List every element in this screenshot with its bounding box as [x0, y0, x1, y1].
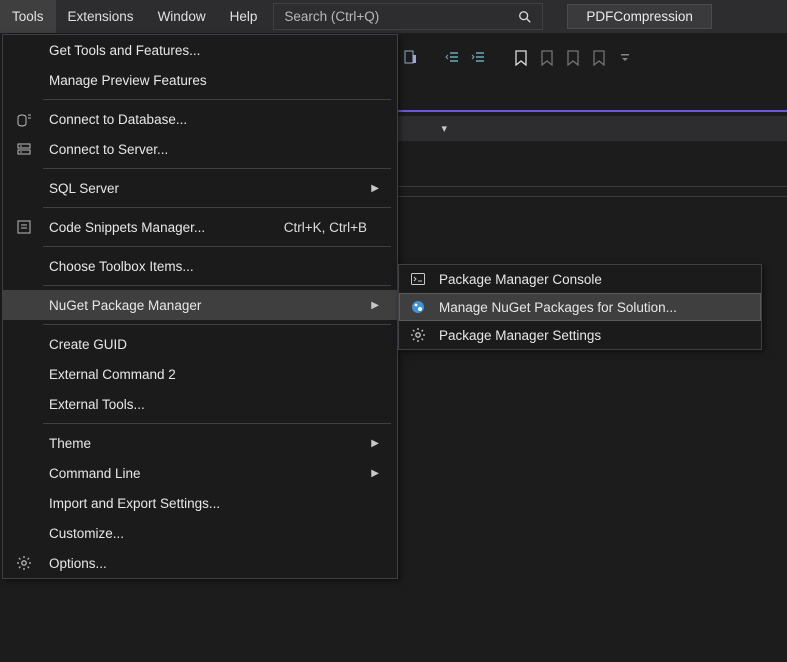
tools-dropdown: Get Tools and Features... Manage Preview…	[2, 34, 398, 579]
menuitem-connect-database[interactable]: Connect to Database...	[3, 104, 397, 134]
menuitem-label: Manage Preview Features	[49, 73, 207, 88]
menuitem-options[interactable]: Options...	[3, 548, 397, 578]
menuitem-choose-toolbox[interactable]: Choose Toolbox Items...	[3, 251, 397, 281]
menuitem-manage-preview[interactable]: Manage Preview Features	[3, 65, 397, 95]
nuget-submenu: Package Manager Console Manage NuGet Pac…	[398, 264, 762, 350]
menuitem-label: SQL Server	[49, 181, 119, 196]
menuitem-label: External Tools...	[49, 397, 145, 412]
menu-window[interactable]: Window	[146, 0, 218, 33]
bookmark-next-button[interactable]	[562, 47, 584, 69]
menuitem-package-manager-console[interactable]: Package Manager Console	[399, 265, 761, 293]
gear-icon	[15, 554, 33, 572]
panel-divider-1	[398, 186, 787, 187]
menuitem-connect-server[interactable]: Connect to Server...	[3, 134, 397, 164]
menuitem-label: Choose Toolbox Items...	[49, 259, 194, 274]
menuitem-label: Customize...	[49, 526, 124, 541]
solution-name-label: PDFCompression	[586, 9, 693, 24]
menuitem-manage-nuget-packages[interactable]: Manage NuGet Packages for Solution...	[399, 293, 761, 321]
menuitem-shortcut: Ctrl+K, Ctrl+B	[284, 220, 387, 235]
menuitem-label: Package Manager Console	[439, 272, 602, 287]
nav-dropdown-arrow[interactable]: ▾	[441, 122, 447, 135]
menuitem-create-guid[interactable]: Create GUID	[3, 329, 397, 359]
menu-help[interactable]: Help	[218, 0, 270, 33]
menu-separator	[43, 285, 391, 286]
menuitem-label: Options...	[49, 556, 107, 571]
menuitem-code-snippets[interactable]: Code Snippets Manager... Ctrl+K, Ctrl+B	[3, 212, 397, 242]
indent-button[interactable]	[468, 47, 490, 69]
outdent-button[interactable]	[442, 47, 464, 69]
menu-tools[interactable]: Tools	[0, 0, 56, 33]
menuitem-label: Theme	[49, 436, 91, 451]
tab-underline	[398, 110, 787, 112]
menu-separator	[43, 168, 391, 169]
menuitem-theme[interactable]: Theme ▶	[3, 428, 397, 458]
nav-strip: ▾	[398, 116, 787, 142]
toolbar-overflow-button[interactable]	[614, 47, 636, 69]
menuitem-command-line[interactable]: Command Line ▶	[3, 458, 397, 488]
bookmark-clear-button[interactable]	[588, 47, 610, 69]
submenu-arrow-icon: ▶	[371, 468, 387, 479]
menuitem-label: Connect to Database...	[49, 112, 187, 127]
submenu-arrow-icon: ▶	[371, 438, 387, 449]
menuitem-sql-server[interactable]: SQL Server ▶	[3, 173, 397, 203]
menuitem-label: Create GUID	[49, 337, 127, 352]
menu-separator	[43, 324, 391, 325]
toolbar	[400, 38, 636, 78]
menuitem-customize[interactable]: Customize...	[3, 518, 397, 548]
bookmark-prev-button[interactable]	[536, 47, 558, 69]
menuitem-import-export-settings[interactable]: Import and Export Settings...	[3, 488, 397, 518]
server-icon	[15, 140, 33, 158]
menuitem-external-tools[interactable]: External Tools...	[3, 389, 397, 419]
menuitem-label: Import and Export Settings...	[49, 496, 220, 511]
menuitem-package-manager-settings[interactable]: Package Manager Settings	[399, 321, 761, 349]
menu-separator	[43, 246, 391, 247]
toolbar-button-1[interactable]	[400, 47, 422, 69]
menu-separator	[43, 423, 391, 424]
menu-separator	[43, 207, 391, 208]
nuget-package-icon	[409, 298, 427, 316]
menuitem-label: Connect to Server...	[49, 142, 168, 157]
search-icon	[518, 10, 532, 24]
menuitem-label: External Command 2	[49, 367, 176, 382]
menuitem-label: Get Tools and Features...	[49, 43, 200, 58]
console-icon	[409, 270, 427, 288]
submenu-arrow-icon: ▶	[371, 183, 387, 194]
bookmark-toggle-button[interactable]	[510, 47, 532, 69]
database-icon	[15, 110, 33, 128]
search-placeholder: Search (Ctrl+Q)	[284, 9, 379, 24]
menuitem-get-tools[interactable]: Get Tools and Features...	[3, 35, 397, 65]
menuitem-label: NuGet Package Manager	[49, 298, 201, 313]
panel-divider-2	[398, 196, 787, 197]
menuitem-label: Code Snippets Manager...	[49, 220, 205, 235]
menuitem-external-command-2[interactable]: External Command 2	[3, 359, 397, 389]
submenu-arrow-icon: ▶	[371, 300, 387, 311]
solution-dropdown[interactable]: PDFCompression	[567, 4, 712, 29]
menuitem-label: Manage NuGet Packages for Solution...	[439, 300, 677, 315]
menu-separator	[43, 99, 391, 100]
menu-bar: Tools Extensions Window Help Search (Ctr…	[0, 0, 787, 34]
gear-icon	[409, 326, 427, 344]
menuitem-label: Package Manager Settings	[439, 328, 601, 343]
search-box[interactable]: Search (Ctrl+Q)	[273, 3, 543, 30]
menu-extensions[interactable]: Extensions	[56, 0, 146, 33]
menuitem-label: Command Line	[49, 466, 141, 481]
snippet-icon	[15, 218, 33, 236]
menuitem-nuget-package-manager[interactable]: NuGet Package Manager ▶	[3, 290, 397, 320]
